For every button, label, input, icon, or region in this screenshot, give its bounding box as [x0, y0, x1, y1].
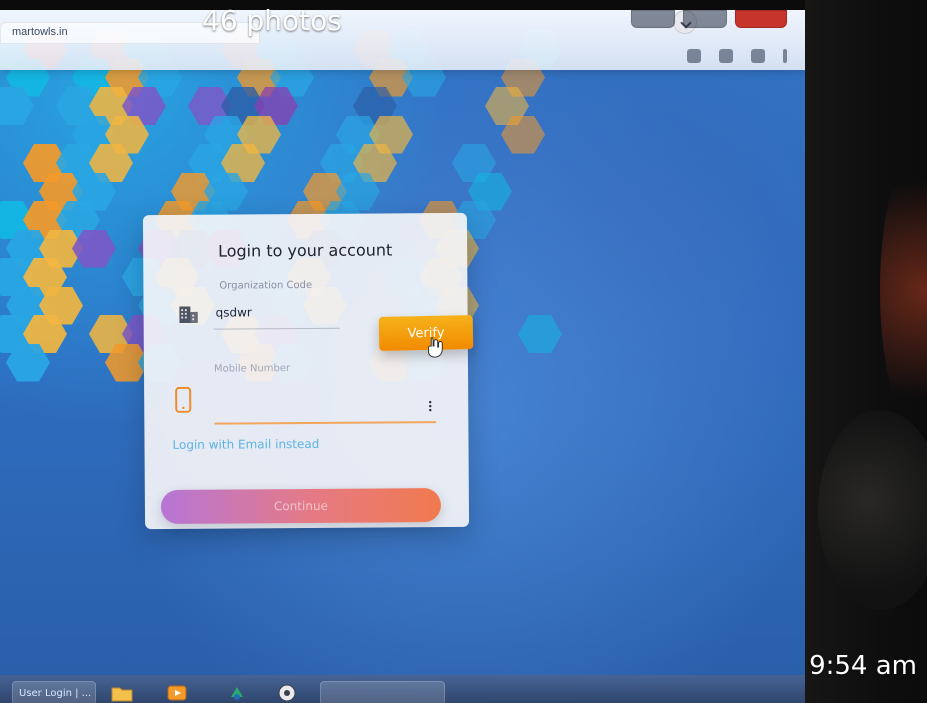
login-with-email-link[interactable]: Login with Email instead: [172, 437, 319, 452]
window-close-button[interactable]: [735, 10, 787, 28]
mobile-number-label: Mobile Number: [213, 363, 291, 375]
browser-icon[interactable]: [275, 683, 299, 703]
profile-icon[interactable]: [751, 49, 765, 63]
app-icon[interactable]: [225, 683, 249, 703]
share-icon[interactable]: [687, 49, 701, 63]
verify-button[interactable]: Verify: [378, 315, 474, 351]
hexagon-tile: [369, 115, 413, 154]
hexagon-tile: [6, 229, 50, 268]
star-icon[interactable]: [719, 49, 733, 63]
hexagon-tile: [39, 172, 83, 211]
hexagon-tile: [204, 115, 248, 154]
hexagon-tile: [0, 258, 34, 296]
window-minimize-button[interactable]: [631, 10, 675, 28]
hexagon-tile: [353, 144, 397, 182]
hexagon-tile: [237, 115, 281, 154]
organization-code-input[interactable]: [215, 302, 336, 322]
mobile-number-input[interactable]: [214, 396, 425, 416]
hexagon-tile: [485, 87, 529, 125]
login-title: Login to your account: [217, 240, 393, 261]
hexagon-tile: [0, 201, 34, 239]
hexagon-tile: [23, 144, 67, 182]
hexagon-tile: [0, 315, 34, 353]
windows-taskbar: User Login | ...: [0, 675, 805, 703]
hexagon-tile: [89, 144, 133, 182]
hexagon-tile: [72, 172, 116, 211]
taskbar-window-item[interactable]: [320, 681, 445, 703]
hexagon-tile: [204, 172, 248, 211]
hexagon-tile: [468, 172, 512, 211]
mobile-number-underline: [214, 421, 437, 425]
hexagon-tile: [336, 172, 380, 211]
browser-toolbar: martowls.in: [0, 10, 805, 70]
browser-tab-url: martowls.in: [12, 26, 68, 38]
hexagon-tile: [518, 315, 562, 353]
hexagon-tile: [188, 87, 232, 125]
hexagon-tile: [221, 144, 265, 182]
continue-button[interactable]: Continue: [160, 488, 442, 525]
hexagon-tile: [39, 286, 83, 325]
hexagon-tile: [72, 229, 116, 268]
hexagon-tile: [56, 87, 100, 125]
window-maximize-button[interactable]: [683, 10, 727, 28]
hexagon-tile: [122, 87, 166, 125]
taskbar-user-login-item[interactable]: User Login | ...: [12, 681, 96, 703]
media-player-icon[interactable]: [165, 683, 189, 703]
hexagon-tile: [336, 115, 380, 154]
hexagon-tile: [23, 201, 67, 239]
monitor-screen: martowls.in Login to your account Organi…: [0, 10, 805, 703]
hexagon-tile: [171, 172, 215, 211]
browser-actions: [687, 48, 787, 64]
hexagon-tile: [72, 115, 116, 154]
organization-code-label: Organization Code: [219, 279, 313, 292]
window-controls: [631, 10, 787, 36]
hexagon-tile: [303, 172, 347, 211]
hexagon-tile: [0, 87, 34, 125]
hexagon-tile: [39, 229, 83, 268]
folder-icon[interactable]: [110, 683, 134, 703]
photo-viewer: 46 photos martowls.in Login to your acco…: [0, 0, 927, 703]
hexagon-tile: [89, 87, 133, 125]
hexagon-tile: [56, 201, 100, 239]
photo-time-label: 9:54 am: [809, 651, 917, 681]
building-icon: [179, 306, 198, 324]
phone-icon: [175, 386, 192, 413]
hexagon-tile: [6, 343, 50, 382]
photo-count-label[interactable]: 46 photos: [202, 4, 342, 37]
hexagon-tile: [320, 144, 364, 182]
hexagon-tile: [105, 343, 149, 382]
more-vertical-icon[interactable]: [427, 400, 433, 412]
hexagon-tile: [23, 258, 67, 296]
hexagon-tile: [56, 144, 100, 182]
hexagon-tile: [452, 144, 496, 182]
hexagon-tile: [89, 315, 133, 353]
hexagon-tile: [188, 144, 232, 182]
hexagon-tile: [353, 87, 397, 125]
more-menu-icon[interactable]: [783, 49, 787, 63]
hexagon-tile: [221, 87, 265, 125]
hexagon-tile: [23, 315, 67, 353]
login-card: Login to your account Organization Code: [142, 212, 470, 530]
organization-code-underline: [213, 327, 340, 330]
hexagon-tile: [6, 286, 50, 325]
hexagon-tile: [105, 115, 149, 154]
hexagon-tile: [501, 115, 545, 154]
hexagon-tile: [254, 87, 298, 125]
